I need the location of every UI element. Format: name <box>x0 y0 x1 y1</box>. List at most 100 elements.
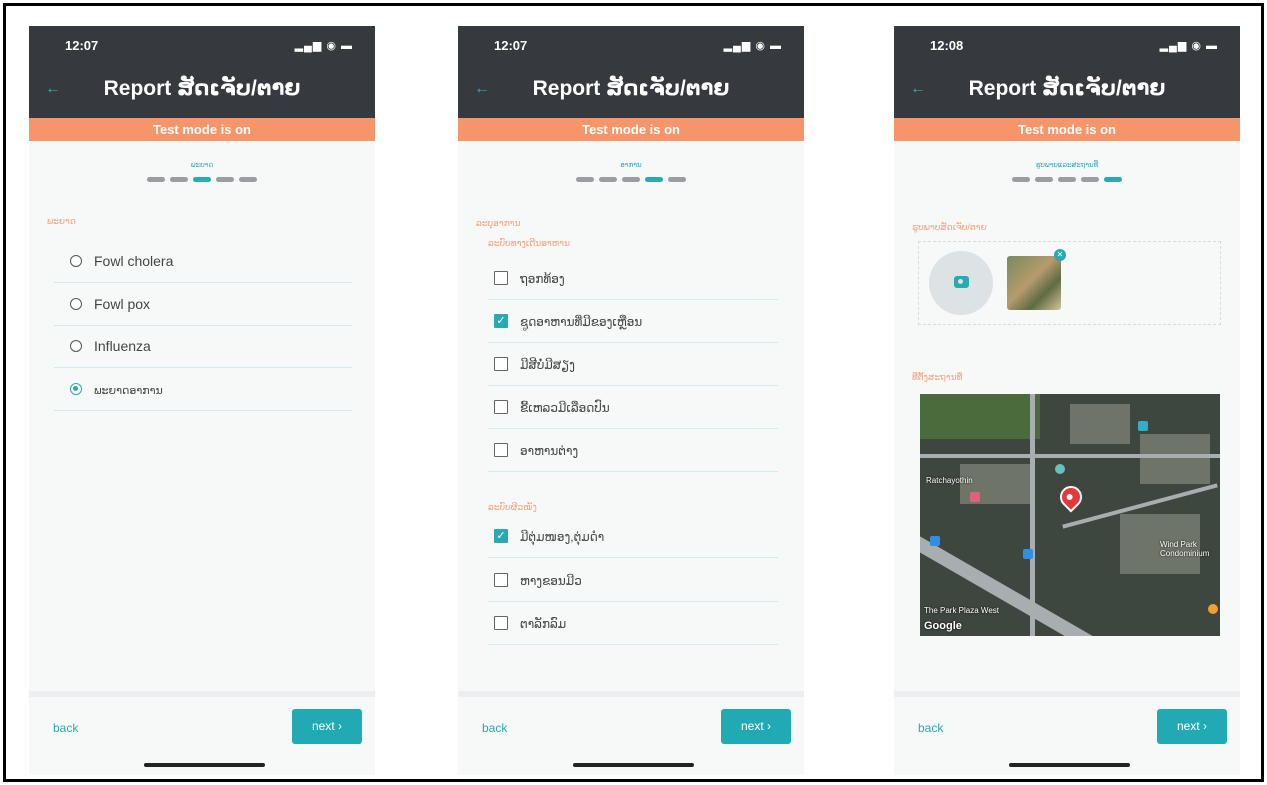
step-dot-active <box>193 177 211 182</box>
test-mode-banner: Test mode is on <box>29 118 375 141</box>
checkbox[interactable] <box>494 271 508 285</box>
checkbox-label: ຖອກທ້ອງ <box>520 272 565 286</box>
back-button[interactable]: back <box>918 721 943 735</box>
phone-screen-symptoms: 12:07 ▂▄▆ ◉ ▬ ← Report ສັດເຈັບ/ຕາຍ Test … <box>458 26 804 775</box>
checkbox-checked[interactable]: ✓ <box>494 314 508 328</box>
phone-screen-disease: 12:07 ▂▄▆ ◉ ▬ ← Report ສັດເຈັບ/ຕາຍ Test … <box>29 26 375 775</box>
checkbox-label: ຂີ້ເຫລວມີເລືອດປົນ <box>520 401 610 415</box>
checkbox-row[interactable]: ມີສີບໍ່ມີສຽງ <box>488 344 778 386</box>
step-indicator <box>458 177 804 182</box>
remove-photo-icon[interactable]: ✕ <box>1054 249 1066 261</box>
footer-nav: back next › <box>894 691 1240 775</box>
radio-button-selected[interactable] <box>70 383 82 395</box>
checkbox-label: ອາຫານຕ່າງ <box>520 444 579 458</box>
section-label: ພະຍາດ <box>47 216 76 226</box>
next-button[interactable]: next › <box>1157 709 1227 744</box>
app-header: 12:08 ▂▄▆ ◉ ▬ ← Report ສັດເຈັບ/ຕາຍ <box>894 26 1240 118</box>
photo-section-label: ຮູບພາບສັດເຈັບ/ຕາຍ <box>912 222 987 232</box>
checkbox-row[interactable]: ຂີ້ເຫລວມີເລືອດປົນ <box>488 387 778 429</box>
step-dot <box>668 177 686 182</box>
radio-button[interactable] <box>70 255 82 267</box>
map-road <box>1030 394 1035 636</box>
home-indicator <box>573 763 694 767</box>
radio-option-fowl-pox[interactable]: Fowl pox <box>54 284 352 326</box>
option-label: Fowl pox <box>94 296 151 312</box>
checkbox-label: ຊູດອາຫານທີ່ມີຂອງເຫຼືອນ <box>520 315 643 329</box>
status-icons: ▂▄▆ ◉ ▬ <box>294 40 353 52</box>
group-label-digestive: ລະບົບທາງເດີນອາຫານ <box>488 238 570 248</box>
map-building <box>1070 404 1130 444</box>
page-title: Report ສັດເຈັບ/ຕາຍ <box>968 77 1166 100</box>
add-photo-button[interactable] <box>929 251 993 315</box>
step-label: ພະຍາດ <box>190 162 214 169</box>
next-button[interactable]: next › <box>721 709 791 744</box>
photo-thumbnail[interactable] <box>1007 256 1061 310</box>
camera-icon <box>954 276 969 288</box>
step-dot <box>1081 177 1099 182</box>
map-poi-icon <box>1023 549 1033 559</box>
radio-option-influenza[interactable]: Influenza <box>54 326 352 368</box>
app-header: 12:07 ▂▄▆ ◉ ▬ ← Report ສັດເຈັບ/ຕາຍ <box>29 26 375 118</box>
section-label: ລະບຸອາການ <box>476 218 521 228</box>
checkbox[interactable] <box>494 573 508 587</box>
app-header: 12:07 ▂▄▆ ◉ ▬ ← Report ສັດເຈັບ/ຕາຍ <box>458 26 804 118</box>
status-time: 12:07 <box>494 38 528 53</box>
back-button[interactable]: back <box>482 721 507 735</box>
footer-nav: back next › <box>458 691 804 775</box>
step-dot <box>147 177 165 182</box>
group-label-skin: ລະບົບຜິວໜັງ <box>488 502 537 512</box>
radio-option-fowl-cholera[interactable]: Fowl cholera <box>54 241 352 283</box>
footer-nav: back next › <box>29 691 375 775</box>
radio-button[interactable] <box>70 298 82 310</box>
checkbox-row[interactable]: ອາຫານຕ່າງ <box>488 430 778 472</box>
option-label: Influenza <box>94 338 151 354</box>
checkbox-row[interactable]: ຕາລັກລົມ <box>488 603 778 645</box>
test-mode-banner: Test mode is on <box>458 118 804 141</box>
checkbox[interactable] <box>494 400 508 414</box>
step-dot <box>599 177 617 182</box>
map-building <box>1140 434 1210 484</box>
step-dot-active <box>645 177 663 182</box>
back-button[interactable]: back <box>53 721 78 735</box>
step-label: ອາການ <box>620 162 642 169</box>
map-park <box>920 394 1040 439</box>
radio-option-other[interactable]: ພະຍາດອາການ <box>54 369 352 411</box>
map-label: Wind Park Condominium <box>1160 540 1210 558</box>
map-poi-icon <box>970 492 980 502</box>
step-dot <box>576 177 594 182</box>
status-time: 12:08 <box>930 38 964 53</box>
checkbox-row[interactable]: ✓ ຊູດອາຫານທີ່ມີຂອງເຫຼືອນ <box>488 301 778 343</box>
step-indicator <box>29 177 375 182</box>
step-dot <box>239 177 257 182</box>
step-label: ຮູບພາບແລະສະຖານທີ່ <box>1035 162 1099 169</box>
checkbox-label: ຕາລັກລົມ <box>520 617 567 631</box>
page-title: Report ສັດເຈັບ/ຕາຍ <box>532 77 730 100</box>
next-button[interactable]: next › <box>292 709 362 744</box>
google-logo: Google <box>924 620 962 632</box>
map-poi-icon <box>1138 421 1148 431</box>
status-time: 12:07 <box>65 38 99 53</box>
checkbox-row[interactable]: ຖອກທ້ອງ <box>488 258 778 300</box>
home-indicator <box>1009 763 1130 767</box>
checkbox-row[interactable]: ຫາງຂອນມີວ <box>488 560 778 602</box>
location-map[interactable]: Ratchayothin Wind Park Condominium The P… <box>920 394 1220 636</box>
map-road <box>920 454 1220 458</box>
checkbox-label: ຫາງຂອນມີວ <box>520 574 582 588</box>
checkbox[interactable] <box>494 357 508 371</box>
checkbox[interactable] <box>494 443 508 457</box>
location-pin-icon[interactable] <box>1055 481 1087 513</box>
map-poi-icon <box>1055 464 1065 474</box>
map-poi-icon <box>1208 604 1218 614</box>
phone-screen-photo-location: 12:08 ▂▄▆ ◉ ▬ ← Report ສັດເຈັບ/ຕາຍ Test … <box>894 26 1240 775</box>
step-dot <box>1058 177 1076 182</box>
checkbox-label: ມີສີບໍ່ມີສຽງ <box>520 358 575 372</box>
checkbox[interactable] <box>494 616 508 630</box>
step-dot <box>1012 177 1030 182</box>
location-section-label: ທີ່ຕັ້ງສະຖານທີ່ <box>912 372 963 382</box>
map-label: The Park Plaza West <box>924 606 999 615</box>
checkbox-checked[interactable]: ✓ <box>494 529 508 543</box>
photo-upload-area: ✕ <box>918 241 1221 325</box>
step-dot-active <box>1104 177 1122 182</box>
radio-button[interactable] <box>70 340 82 352</box>
checkbox-row[interactable]: ✓ ມີຕຸ່ມໜອງ,ຕຸ່ມດໍາ <box>488 516 778 558</box>
